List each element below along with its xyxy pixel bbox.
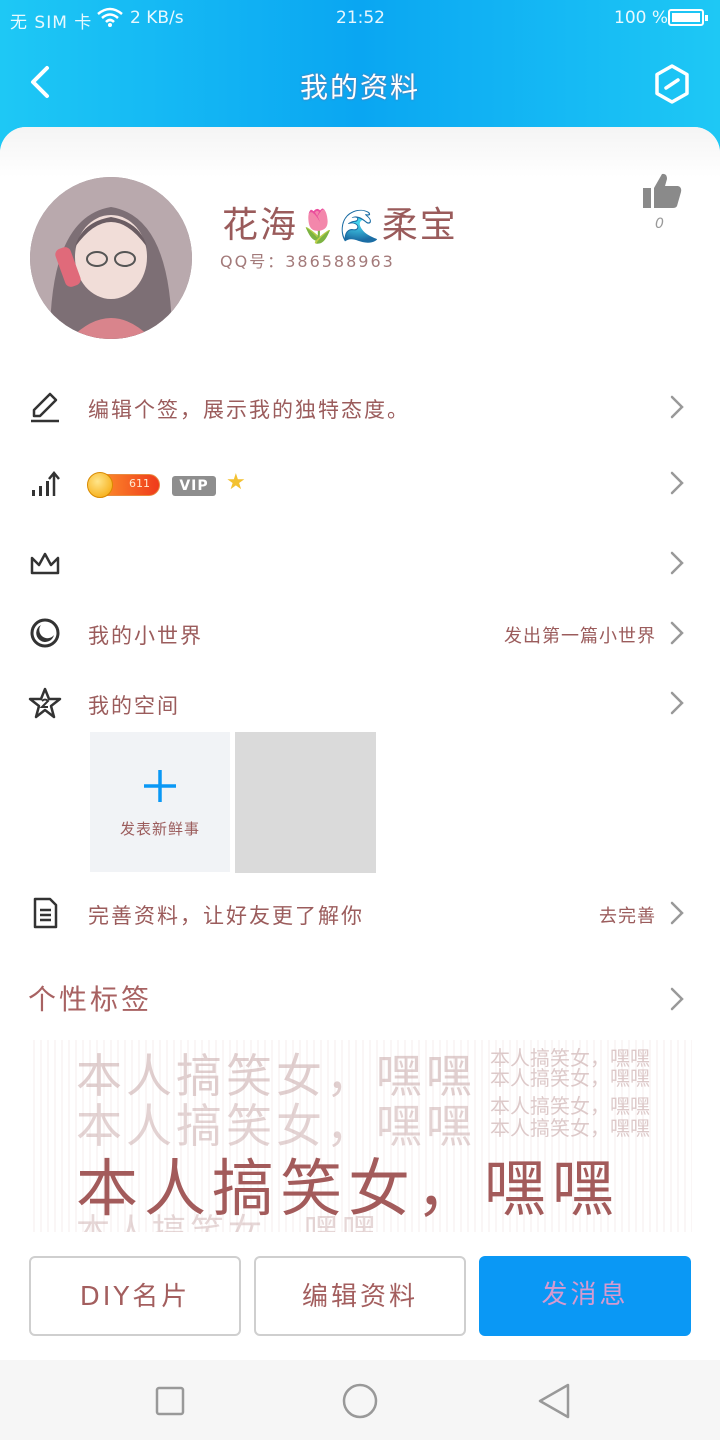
crown-icon [30, 552, 60, 575]
space-photo-thumbnail[interactable] [235, 732, 376, 873]
status-bar: 无 SIM 卡 2 KB/s 21:52 100 % [0, 0, 720, 38]
star-icon: ★ [226, 470, 246, 495]
battery-percent: 100 % [614, 8, 669, 28]
signature-label: 编辑个签，展示我的独特态度。 [88, 398, 410, 422]
diy-card-button[interactable]: DIY名片 [29, 1256, 241, 1336]
document-icon [33, 897, 58, 929]
like-count: 0 [655, 216, 664, 232]
complete-profile-action: 去完善 [599, 906, 656, 927]
thumbs-up-icon[interactable] [640, 170, 684, 214]
send-message-button[interactable]: 发消息 [479, 1256, 691, 1336]
vip-badge: VIP [172, 476, 216, 496]
battery-icon [668, 9, 708, 26]
qq-number: 386588963 [285, 252, 395, 271]
chevron-right-icon [670, 395, 684, 419]
tag-text-small: 本人搞笑女，嘿嘿 [490, 1066, 650, 1090]
new-post-tile[interactable]: 发表新鲜事 [90, 732, 230, 872]
avatar-illustration [30, 177, 192, 339]
crown-row[interactable] [0, 528, 720, 598]
complete-profile-label: 完善资料，让好友更了解你 [88, 904, 364, 928]
coin-level-badge: 611 [87, 472, 160, 498]
personal-tag-banner[interactable]: 本人搞笑女，嘿嘿 本人搞笑女，嘿嘿 本人搞笑女，嘿嘿 本人搞笑女，嘿嘿 本人搞笑… [28, 1040, 692, 1232]
tags-section-title: 个性标签 [28, 983, 153, 1016]
qq-label: QQ号： [220, 252, 286, 271]
chevron-right-icon[interactable] [668, 986, 686, 1012]
chevron-right-icon [670, 551, 684, 575]
level-chart-icon [32, 471, 60, 496]
new-post-label: 发表新鲜事 [119, 820, 200, 838]
clock: 21:52 [336, 8, 385, 28]
world-label: 我的小世界 [88, 624, 203, 648]
tag-text-faded: 本人搞笑女，嘿嘿 [76, 1212, 380, 1232]
avatar[interactable] [30, 177, 192, 339]
system-back-icon[interactable] [536, 1382, 572, 1420]
chevron-right-icon [670, 471, 684, 495]
tag-text-small: 本人搞笑女，嘿嘿 [490, 1116, 650, 1140]
nickname: 花海🌷🌊柔宝 [222, 196, 458, 248]
plus-icon [144, 770, 176, 802]
coin-icon [87, 472, 113, 498]
signature-row[interactable]: 编辑个签，展示我的独特态度。 [0, 372, 720, 442]
edit-profile-button[interactable]: 编辑资料 [254, 1256, 466, 1336]
space-row[interactable]: 我的空间 [0, 668, 720, 738]
nickname-emoji: 🌷🌊 [298, 207, 382, 245]
world-hint: 发出第一篇小世界 [504, 626, 656, 647]
coin-value: 611 [129, 477, 150, 490]
system-nav-bar [0, 1360, 720, 1440]
chevron-right-icon [670, 621, 684, 645]
world-row[interactable]: 我的小世界 发出第一篇小世界 [0, 598, 720, 668]
nav-bar: 我的资料 [0, 52, 720, 112]
recents-icon[interactable] [155, 1386, 185, 1416]
star-outline-icon [28, 687, 62, 719]
wifi-icon [97, 7, 123, 27]
profile-page: 无 SIM 卡 2 KB/s 21:52 100 % 我的资料 花海🌷🌊柔宝 Q… [0, 0, 720, 1440]
moon-circle-icon [30, 618, 60, 648]
space-label: 我的空间 [88, 694, 180, 718]
settings-icon[interactable] [650, 62, 694, 106]
carrier-text: 无 SIM 卡 [10, 13, 93, 33]
pencil-icon [31, 392, 59, 423]
level-row[interactable]: 611 VIP ★ [0, 448, 720, 518]
complete-profile-row[interactable]: 完善资料，让好友更了解你 去完善 [0, 878, 720, 948]
nickname-suffix: 柔宝 [381, 205, 458, 246]
chevron-right-icon [670, 691, 684, 715]
home-icon[interactable] [342, 1383, 378, 1419]
chevron-right-icon [670, 901, 684, 925]
nickname-text: 花海 [222, 205, 299, 246]
page-title: 我的资料 [299, 71, 420, 104]
card-top-fade [0, 127, 720, 177]
qq-number-line: QQ号：386588963 [220, 248, 395, 272]
network-speed: 2 KB/s [130, 8, 184, 28]
